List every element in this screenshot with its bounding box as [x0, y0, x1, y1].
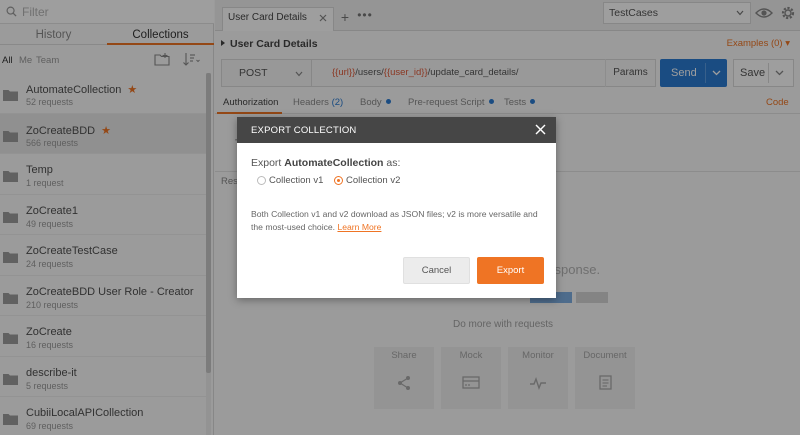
modal-title: EXPORT COLLECTION — [251, 125, 357, 136]
export-collection-modal: EXPORT COLLECTION Export AutomateCollect… — [237, 117, 556, 298]
modal-description: Both Collection v1 and v2 download as JS… — [251, 209, 538, 232]
radio-button-selected[interactable] — [334, 176, 343, 185]
modal-header: EXPORT COLLECTION — [237, 117, 556, 143]
radio-button[interactable] — [257, 176, 266, 185]
cancel-button[interactable]: Cancel — [403, 257, 470, 284]
close-icon[interactable] — [535, 124, 546, 135]
export-button[interactable]: Export — [477, 257, 544, 284]
radio-collection-v1[interactable]: Collection v1 — [257, 175, 327, 189]
learn-more-link[interactable]: Learn More — [337, 222, 381, 232]
radio-collection-v2[interactable]: Collection v2 — [334, 175, 404, 189]
export-as-label: Export AutomateCollection as: — [251, 157, 401, 169]
